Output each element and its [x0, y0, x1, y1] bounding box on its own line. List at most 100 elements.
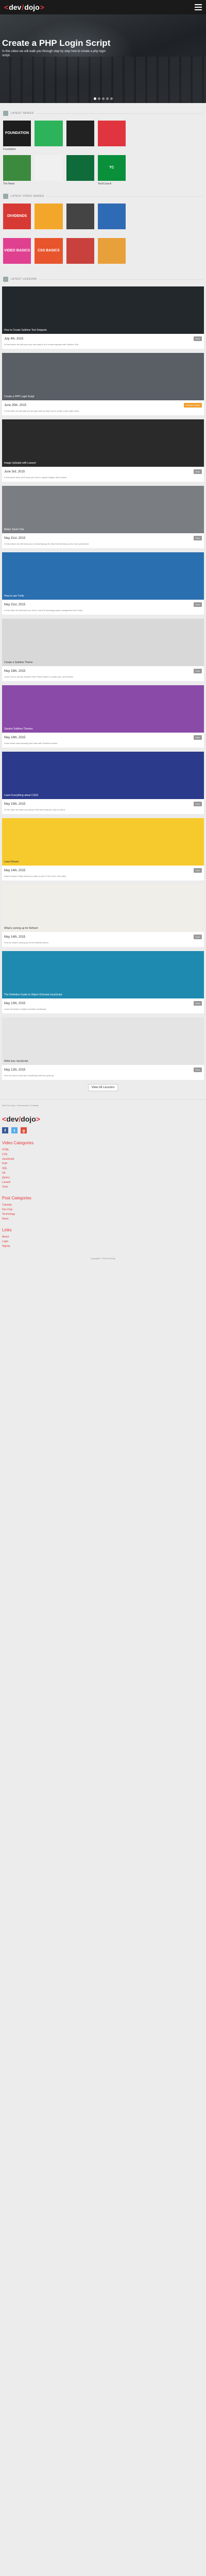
lesson-badge: Free — [193, 469, 202, 474]
twitter-icon[interactable]: t — [11, 1127, 18, 1133]
facebook-icon[interactable]: f — [2, 1127, 8, 1133]
footer-link[interactable]: jQuery — [2, 1176, 204, 1179]
lesson-card[interactable]: Better Touch Tool May 31st, 2015 Free In th… — [2, 486, 204, 548]
video-series-icon — [3, 194, 8, 199]
footer-link[interactable]: Technology — [2, 1213, 204, 1216]
lesson-description: In this video we will walk you through s… — [4, 410, 79, 412]
hero-slider[interactable]: Create a PHP Login Script In this video … — [0, 14, 206, 103]
lesson-thumbnail[interactable]: Learn Everything about CSS3 — [2, 752, 204, 799]
footer-link[interactable]: Tools — [2, 1185, 204, 1189]
series-caption — [3, 265, 31, 269]
series-tile[interactable]: DIVIDENDS — [3, 204, 31, 234]
top-bar: < dev / dojo > — [0, 0, 206, 14]
footer-link[interactable]: Tutorials — [2, 1204, 204, 1207]
slider-dot[interactable] — [106, 97, 109, 100]
footer-link[interactable]: Signup — [2, 1245, 204, 1248]
footer-link[interactable]: CSS — [2, 1153, 204, 1156]
series-thumbnail — [66, 238, 94, 264]
lesson-description: Find out what's coming up for the Refres… — [4, 941, 49, 944]
footer-link[interactable]: Login — [2, 1240, 204, 1243]
lesson-thumbnail[interactable]: Better Touch Tool — [2, 486, 204, 533]
series-tile[interactable] — [97, 204, 126, 234]
series-tile[interactable]: TC TechCrunch — [97, 155, 126, 186]
lesson-date: July 4th, 2015 — [4, 337, 24, 341]
series-tile[interactable] — [66, 155, 94, 186]
lesson-card[interactable]: Learn Everything about CSS3 May 15th, 201… — [2, 752, 204, 814]
lesson-thumbnail[interactable]: Sassier Sublime Themes — [2, 685, 204, 733]
series-tile[interactable]: CSS BASICS — [35, 238, 63, 269]
lesson-thumbnail[interactable]: How to Create Sublime Text Snippets — [2, 286, 204, 334]
slider-dot[interactable] — [110, 97, 113, 100]
lesson-thumbnail[interactable]: Create a PHP Login Script — [2, 353, 204, 400]
lesson-thumbnail[interactable]: Learn Bower — [2, 818, 204, 866]
slider-dot[interactable] — [97, 97, 100, 100]
series-thumbnail — [97, 121, 126, 146]
lesson-card[interactable]: Write less JavaScript May 12th, 2015 Free F… — [2, 1018, 204, 1080]
lesson-card[interactable]: Image Uploads with Laravel June 3rd, 2015… — [2, 419, 204, 482]
logo-text-dev: dev — [6, 1115, 19, 1123]
site-logo[interactable]: < dev / dojo > — [4, 3, 44, 11]
lesson-date: May 18th, 2015 — [4, 736, 26, 739]
lesson-card[interactable]: The Definitive Guide to Object-Oriented … — [2, 951, 204, 1013]
series-thumbnail: TC — [97, 155, 126, 181]
lesson-thumbnail[interactable]: How to use Trello — [2, 552, 204, 600]
footer-link[interactable]: Laravel — [2, 1181, 204, 1184]
slider-dot[interactable] — [93, 97, 96, 100]
lesson-card[interactable]: What's coming up for Refresh May 14th, 20… — [2, 885, 204, 947]
video-categories-title: Video Categories — [2, 1141, 34, 1145]
lesson-description: In this quick video we'll show you how t… — [4, 476, 67, 479]
google-plus-icon[interactable]: g — [21, 1127, 27, 1133]
lesson-date: June 3rd, 2015 — [4, 470, 25, 473]
lesson-title: Learn Everything about CSS3 — [4, 794, 39, 797]
lesson-thumbnail[interactable]: Write less JavaScript — [2, 1018, 204, 1065]
series-thumbnail — [3, 155, 31, 181]
view-all-lessons-button[interactable]: View All Lessons — [88, 1084, 118, 1091]
footer-link[interactable]: HTML — [2, 1148, 204, 1151]
series-tile[interactable] — [35, 155, 63, 186]
slider-dot[interactable] — [101, 97, 105, 100]
lesson-thumbnail[interactable]: The Definitive Guide to Object-Oriented … — [2, 951, 204, 998]
series-caption: TechCrunch — [97, 182, 112, 185]
lesson-thumbnail[interactable]: Image Uploads with Laravel — [2, 419, 204, 467]
footer-link[interactable]: JavaScript — [2, 1158, 204, 1161]
series-caption: Foundation — [3, 148, 16, 151]
footer-link[interactable]: PHP — [2, 1162, 204, 1165]
lesson-badge: Free — [193, 602, 202, 607]
series-tile[interactable] — [66, 238, 94, 269]
lesson-card[interactable]: Create a Sublime Theme May 18th, 2015 Free… — [2, 619, 204, 681]
social-links: ftg — [2, 1127, 204, 1133]
lesson-thumbnail[interactable]: Create a Sublime Theme — [2, 619, 204, 666]
footer-link[interactable]: Git — [2, 1172, 204, 1175]
series-tile[interactable] — [97, 121, 126, 151]
lesson-card[interactable]: How to use Trello May 31st, 2015 Free In th… — [2, 552, 204, 615]
latest-series-heading: LATEST SERIES — [3, 109, 203, 117]
lesson-badge: Free — [193, 935, 202, 939]
footer-link[interactable]: SQL — [2, 1167, 204, 1170]
series-tile[interactable]: FOUNDATION Foundation — [3, 121, 31, 151]
lesson-thumbnail[interactable]: What's coming up for Refresh — [2, 885, 204, 932]
lesson-title: Create a PHP Login Script — [4, 395, 35, 398]
series-tile[interactable] — [66, 204, 94, 234]
series-tile[interactable]: VIDEO BASICS — [3, 238, 31, 269]
footer-link[interactable]: News — [2, 1217, 204, 1221]
lesson-card[interactable]: Sassier Sublime Themes May 18th, 2015 Free… — [2, 685, 204, 748]
footer-logo[interactable]: <dev/dojo> — [2, 1115, 204, 1123]
keyboard-image — [0, 57, 206, 103]
lesson-card[interactable]: Create a PHP Login Script June 25th, 2015… — [2, 353, 204, 415]
lesson-badge: Free — [193, 669, 202, 673]
lesson-badge: Free — [193, 868, 202, 873]
lesson-date: May 31st, 2015 — [4, 603, 26, 606]
hamburger-menu-icon[interactable] — [195, 4, 202, 10]
series-tile[interactable] — [35, 121, 63, 151]
series-tile[interactable] — [35, 204, 63, 234]
footer-link[interactable]: Dev Dojo — [2, 1208, 204, 1211]
series-tile[interactable] — [97, 238, 126, 269]
lesson-card[interactable]: Learn Bower May 14th, 2015 Free What is bow… — [2, 818, 204, 880]
footer-link[interactable]: About — [2, 1235, 204, 1239]
lesson-title: Better Touch Tool — [4, 528, 24, 531]
lesson-card[interactable]: How to Create Sublime Text Snippets July … — [2, 286, 204, 349]
series-tile[interactable]: The News — [3, 155, 31, 186]
series-tile[interactable] — [66, 121, 94, 151]
lesson-date: May 18th, 2015 — [4, 669, 26, 673]
logo-text-dev: dev — [9, 3, 22, 11]
